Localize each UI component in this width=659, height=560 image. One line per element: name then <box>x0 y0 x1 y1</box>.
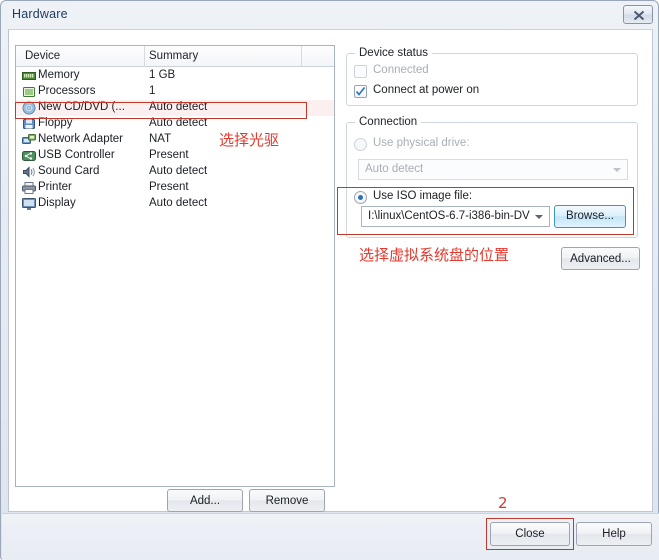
checkmark-icon <box>355 87 366 96</box>
network-adapter-icon <box>22 133 36 147</box>
processor-icon <box>22 85 36 99</box>
window-title: Hardware <box>12 7 68 21</box>
device-list-header: Device Summary <box>16 46 334 67</box>
connect-at-power-on-checkbox[interactable] <box>354 85 367 98</box>
device-row-summary: 1 GB <box>149 69 176 81</box>
window-close-button[interactable] <box>623 5 653 24</box>
add-device-button[interactable]: Add... <box>167 489 243 512</box>
device-row-summary: Auto detect <box>149 197 208 209</box>
cd-dvd-icon <box>22 101 36 115</box>
device-row-summary: Present <box>149 149 189 161</box>
device-row-summary: NAT <box>149 133 172 145</box>
sound-card-icon <box>22 165 36 179</box>
remove-device-button[interactable]: Remove <box>249 489 325 512</box>
radio-selected-dot <box>358 195 363 200</box>
device-row-summary: Auto detect <box>149 101 208 113</box>
device-row-memory[interactable]: Memory 1 GB <box>16 68 334 84</box>
device-status-group: Device status <box>346 47 638 106</box>
chevron-down-icon <box>535 215 543 219</box>
device-row-summary: Present <box>149 181 189 193</box>
device-row-name: USB Controller <box>38 149 115 161</box>
device-row-name: Printer <box>38 181 72 193</box>
device-row-display[interactable]: Display Auto detect <box>16 196 334 212</box>
physical-drive-combobox[interactable]: Auto detect <box>358 159 628 180</box>
browse-button[interactable]: Browse... <box>554 205 626 228</box>
iso-path-value: I:\linux\CentOS-6.7-i386-bin-DV <box>368 210 530 222</box>
floppy-icon <box>22 117 36 131</box>
device-row-sound-card[interactable]: Sound Card Auto detect <box>16 164 334 180</box>
device-row-summary: Auto detect <box>149 117 208 129</box>
close-button[interactable]: Close <box>490 522 570 546</box>
device-row-name: New CD/DVD (... <box>38 101 125 113</box>
annotation-step-two: 2 <box>498 494 508 512</box>
use-physical-drive-label: Use physical drive: <box>373 137 470 149</box>
memory-icon <box>22 69 36 83</box>
connected-label: Connected <box>373 64 429 76</box>
usb-controller-icon <box>22 149 36 163</box>
advanced-button[interactable]: Advanced... <box>561 247 640 270</box>
column-divider[interactable] <box>144 46 145 66</box>
iso-path-combobox[interactable]: I:\linux\CentOS-6.7-i386-bin-DV <box>361 206 550 227</box>
column-header-summary[interactable]: Summary <box>149 50 198 62</box>
device-status-group-title: Device status <box>355 47 433 59</box>
device-row-processors[interactable]: Processors 1 <box>16 84 334 100</box>
device-row-name: Sound Card <box>38 165 100 177</box>
connect-at-power-on-label: Connect at power on <box>373 84 480 96</box>
title-bar: Hardware <box>1 1 659 29</box>
column-header-device[interactable]: Device <box>25 50 60 62</box>
close-icon <box>633 10 645 21</box>
device-row-summary: Auto detect <box>149 165 208 177</box>
help-button[interactable]: Help <box>576 522 652 546</box>
device-row-floppy[interactable]: Floppy Auto detect <box>16 116 334 132</box>
device-row-summary: 1 <box>149 85 156 97</box>
device-row-printer[interactable]: Printer Present <box>16 180 334 196</box>
chevron-down-icon <box>613 168 621 172</box>
column-divider[interactable] <box>301 46 302 66</box>
device-row-name: Network Adapter <box>38 133 124 145</box>
annotation-select-iso-location: 选择虚拟系统盘的位置 <box>359 246 510 264</box>
device-list[interactable]: Device Summary Memory 1 GB Processors 1 New … <box>15 45 335 487</box>
device-rows: Memory 1 GB Processors 1 New CD/DVD (... Auto… <box>16 68 334 212</box>
device-row-name: Memory <box>38 69 80 81</box>
device-row-network-adapter[interactable]: Network Adapter NAT <box>16 132 334 148</box>
use-iso-image-label: Use ISO image file: <box>373 190 473 202</box>
hardware-dialog-window: Hardware Device Summary Memory 1 GB Proces… <box>0 0 659 560</box>
physical-drive-value: Auto detect <box>365 163 424 175</box>
device-row-usb-controller[interactable]: USB Controller Present <box>16 148 334 164</box>
device-row-name: Processors <box>38 85 96 97</box>
display-icon <box>22 197 36 211</box>
printer-icon <box>22 181 36 195</box>
use-iso-image-radio[interactable] <box>354 191 367 204</box>
connection-group-title: Connection <box>355 116 422 128</box>
use-physical-drive-radio[interactable] <box>354 138 367 151</box>
annotation-select-optical-drive: 选择光驱 <box>219 131 280 149</box>
device-row-name: Display <box>38 197 76 209</box>
connected-checkbox[interactable] <box>354 65 367 78</box>
device-row-name: Floppy <box>38 117 73 129</box>
device-row-new-cd-dvd[interactable]: New CD/DVD (... Auto detect <box>16 100 334 116</box>
